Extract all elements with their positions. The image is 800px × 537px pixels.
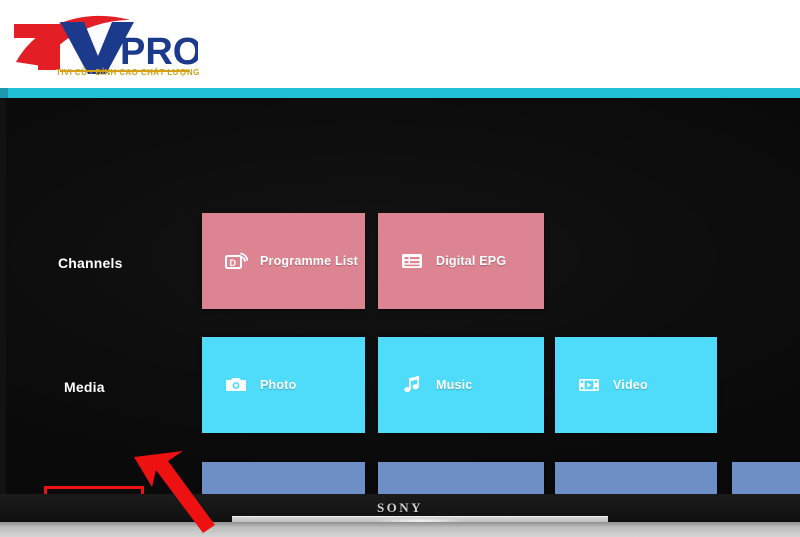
sony-brand-logo: SONY: [376, 500, 424, 515]
tile-label: Music: [436, 378, 473, 392]
camera-icon: [224, 373, 248, 397]
tv-photograph: Channels Media Settings D Programme List: [0, 98, 800, 537]
tv-table-surface: [0, 522, 800, 537]
tvpro-logo: PRO TIVI CŨ - ĐỈNH CAO CHẤT LƯỢNG: [8, 4, 199, 86]
tile-music[interactable]: Music: [378, 337, 544, 433]
tile-customer-support[interactable]: Customer Support: [555, 462, 717, 494]
svg-text:PRO: PRO: [120, 31, 198, 73]
cyan-divider-strip: [0, 88, 800, 98]
logo-tagline: TIVI CŨ - ĐỈNH CAO CHẤT LƯỢNG: [56, 68, 200, 77]
tile-programme-list[interactable]: D Programme List: [202, 213, 365, 309]
svg-text:D: D: [230, 258, 237, 268]
cyan-divider-shadow: [0, 88, 8, 98]
tile-label: Programme List: [260, 254, 358, 268]
tile-label: Digital EPG: [436, 254, 507, 268]
tile-video[interactable]: Video: [555, 337, 717, 433]
tile-photo[interactable]: Photo: [202, 337, 365, 433]
logo-banner: PRO TIVI CŨ - ĐỈNH CAO CHẤT LƯỢNG: [0, 0, 800, 88]
settings-highlight-box: [44, 486, 144, 494]
tv-bezel: Channels Media Settings D Programme List: [0, 98, 800, 502]
tile-label: Video: [613, 378, 648, 392]
tile-help-guide[interactable]: ? Help G: [732, 462, 800, 494]
row-label-media[interactable]: Media: [64, 379, 105, 395]
tv-screen: Channels Media Settings D Programme List: [6, 98, 800, 494]
programme-list-icon: D: [224, 249, 248, 273]
row-label-channels[interactable]: Channels: [58, 255, 123, 271]
tile-network-setup[interactable]: Network Setup: [378, 462, 544, 494]
tile-label: Photo: [260, 378, 297, 392]
tile-system-settings[interactable]: System Settings: [202, 462, 365, 494]
digital-epg-icon: [400, 249, 424, 273]
tile-digital-epg[interactable]: Digital EPG: [378, 213, 544, 309]
video-film-icon: [577, 373, 601, 397]
music-note-icon: [400, 373, 424, 397]
